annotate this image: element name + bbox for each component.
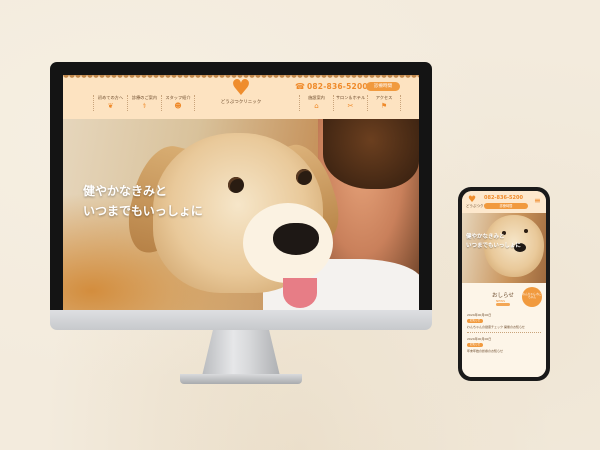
hero-person-hair [323, 119, 419, 189]
nav-item-beginners[interactable]: 初めての方へ ❦ [93, 95, 127, 111]
hero-line-2: いつまでもいっしょに [83, 204, 203, 218]
smartphone: ♥ どうぶつクリニック 082-836-5200 診療時間 ≡ 健やかなきみと … [458, 187, 550, 381]
mobile-screen: ♥ どうぶつクリニック 082-836-5200 診療時間 ≡ 健やかなきみと … [462, 191, 546, 377]
heart-logo-icon: ♥ [231, 76, 251, 101]
hours-button[interactable]: 診療時間 [366, 82, 400, 91]
news-date: 2024年00月00日 [467, 313, 492, 317]
bone-icon [496, 303, 510, 306]
promo-badge[interactable]: わんちゃん ねこちゃん [522, 287, 542, 307]
news-tag: お知らせ [467, 343, 483, 347]
news-date: 2024年00月00日 [467, 337, 492, 341]
news-item-link[interactable]: わんちゃんの健康チェック 開催のお知らせ [467, 325, 525, 329]
desktop-header: 初めての方へ ❦ 診療のご案内 ⚕ スタッフ紹介 ☻ ♥ どうぶつクリニック ☎… [63, 75, 419, 119]
monitor-stand [202, 330, 280, 376]
clinic-logo[interactable]: ♥ どうぶつクリニック [219, 76, 263, 117]
mobile-header: ♥ どうぶつクリニック 082-836-5200 診療時間 ≡ [462, 191, 546, 213]
news-section: おしらせ NEWS わんちゃん ねこちゃん 2024年00月00日 お知らせ わ… [462, 283, 546, 377]
desktop-nav-right: 施設案内 ⌂ サロン＆ホテル ✂ アクセス ⚑ [299, 95, 401, 111]
puppy-nose [273, 223, 319, 255]
monitor-stand-base [180, 374, 302, 384]
hero-headline: 健やかなきみと いつまでもいっしょに [83, 181, 203, 221]
mobile-hero-image: 健やかなきみと いつまでもいっしょに [462, 213, 546, 283]
desktop-screen: 初めての方へ ❦ 診療のご案内 ⚕ スタッフ紹介 ☻ ♥ どうぶつクリニック ☎… [63, 75, 419, 310]
desktop-monitor: 初めての方へ ❦ 診療のご案内 ⚕ スタッフ紹介 ☻ ♥ どうぶつクリニック ☎… [50, 62, 432, 384]
monitor-chin [50, 310, 432, 330]
phone-number[interactable]: ☎ 082-836-5200 [295, 82, 368, 91]
nav-item-medical-guide[interactable]: 診療のご案内 ⚕ [127, 95, 161, 111]
phone-icon: ☎ [295, 82, 305, 91]
nav-item-salon-hotel[interactable]: サロン＆ホテル ✂ [333, 95, 367, 111]
news-item-link[interactable]: 年末年始の診療のお知らせ [467, 349, 503, 353]
stethoscope-icon: ⚕ [142, 102, 147, 110]
logo-text: どうぶつクリニック [220, 100, 262, 105]
mobile-phone-number[interactable]: 082-836-5200 [484, 195, 523, 201]
puppy-eye [524, 229, 528, 233]
hero-line-2: いつまでもいっしょに [466, 243, 521, 249]
hamburger-menu-icon[interactable]: ≡ [534, 197, 541, 205]
beginner-leaf-icon: ❦ [107, 102, 114, 110]
salon-icon: ✂ [347, 102, 354, 110]
phone-text: 082-836-5200 [306, 82, 368, 91]
nav-item-staff[interactable]: スタッフ紹介 ☻ [161, 95, 195, 111]
mobile-hours-button[interactable]: 診療時間 [484, 203, 528, 209]
puppy-tongue [283, 278, 317, 308]
hero-puppy [120, 133, 348, 310]
puppy-eye [228, 177, 244, 193]
staff-icon: ☻ [174, 102, 182, 110]
map-pin-icon: ⚑ [380, 102, 388, 110]
nav-item-access[interactable]: アクセス ⚑ [367, 95, 401, 111]
hero-line-1: 健やかなきみと [466, 234, 505, 240]
news-heading: おしらせ [492, 293, 514, 299]
divider [467, 332, 541, 333]
facility-icon: ⌂ [314, 102, 319, 110]
news-tag: お知らせ [467, 319, 483, 323]
mobile-hero-headline: 健やかなきみと いつまでもいっしょに [466, 233, 521, 251]
nav-item-facility[interactable]: 施設案内 ⌂ [299, 95, 333, 111]
hero-image: 健やかなきみと いつまでもいっしょに [63, 119, 419, 310]
desktop-nav-left: 初めての方へ ❦ 診療のご案内 ⚕ スタッフ紹介 ☻ [93, 95, 195, 111]
hero-line-1: 健やかなきみと [83, 184, 168, 198]
puppy-eye [296, 169, 312, 185]
monitor-bezel: 初めての方へ ❦ 診療のご案内 ⚕ スタッフ紹介 ☻ ♥ どうぶつクリニック ☎… [50, 62, 432, 310]
